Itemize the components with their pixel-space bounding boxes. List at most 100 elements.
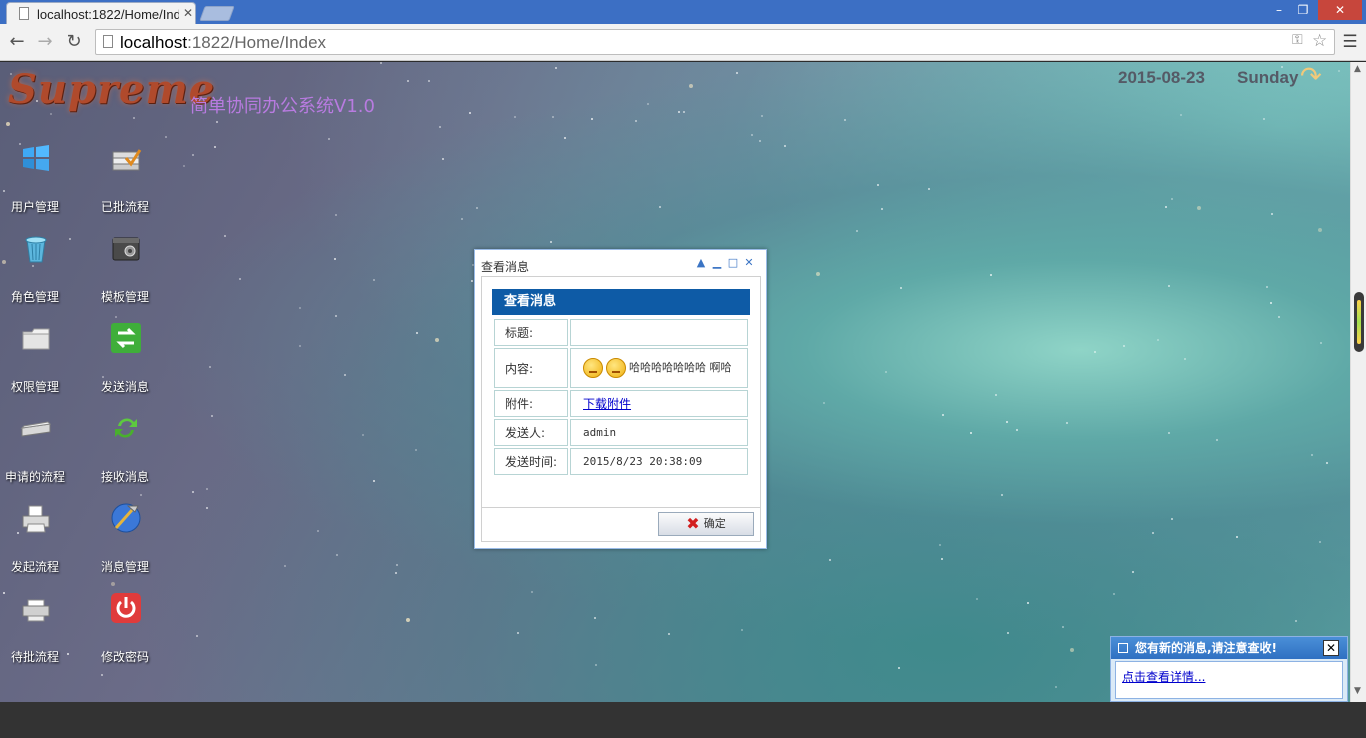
star-dot	[1165, 206, 1167, 208]
desktop-icon-permission-management[interactable]: 权限管理	[0, 322, 70, 394]
key-icon[interactable]: ⚿	[1292, 32, 1303, 48]
star-dot	[885, 371, 887, 373]
download-attachment-link[interactable]: 下载附件	[583, 397, 631, 411]
maximize-icon[interactable]: □	[725, 256, 741, 269]
desktop-icon-label: 发送消息	[100, 380, 149, 394]
windows-icon	[23, 145, 49, 171]
ok-button[interactable]: ✖ 确定	[658, 512, 754, 536]
browser-menu-icon[interactable]: ☰	[1340, 32, 1360, 52]
star-dot	[1001, 494, 1003, 496]
star-dot	[1062, 626, 1064, 628]
minimize-button[interactable]: –	[1268, 0, 1290, 20]
minimize-icon[interactable]: ▁	[709, 256, 725, 269]
dialog-tools: ▲ ▁ □ ✕	[693, 256, 757, 269]
star-dot	[647, 103, 649, 105]
star-dot	[6, 122, 10, 126]
star-dot	[1216, 439, 1218, 441]
field-value-attachment: 下载附件	[570, 390, 748, 417]
tab-title: localhost:1822/Home/Index	[37, 7, 179, 22]
star-dot	[1236, 536, 1238, 538]
star-dot	[471, 280, 473, 282]
desktop-icon-label: 已批流程	[100, 200, 149, 214]
vertical-scrollbar[interactable]: ▲ ▼	[1350, 62, 1366, 702]
field-value-sender: admin	[570, 419, 748, 446]
desktop-icon-template-management[interactable]: 模板管理	[90, 232, 160, 304]
close-icon[interactable]: ✕	[1323, 640, 1339, 656]
star-dot	[469, 112, 471, 114]
address-bar[interactable]: localhost:1822/Home/Index ⚿ ☆	[95, 29, 1335, 55]
desktop-icon-applied-flows[interactable]: 申请的流程	[0, 412, 70, 484]
back-arrow-icon[interactable]: ←	[5, 30, 29, 54]
desktop-icon-label: 角色管理	[10, 290, 59, 304]
reload-icon[interactable]: ↻	[62, 30, 86, 54]
bookmark-star-icon[interactable]: ☆	[1312, 31, 1327, 51]
close-icon[interactable]: ✕	[741, 256, 757, 269]
field-label-content: 内容:	[494, 348, 568, 388]
browser-tab[interactable]: localhost:1822/Home/Index ✕	[6, 2, 196, 24]
star-dot	[380, 62, 382, 64]
printer-icon	[22, 505, 50, 533]
star-dot	[415, 449, 417, 451]
maximize-button[interactable]: ❐	[1292, 0, 1314, 20]
desktop-icon-send-message[interactable]: 发送消息	[90, 322, 160, 394]
desktop-icon-user-management[interactable]: 用户管理	[0, 142, 70, 214]
star-dot	[299, 307, 301, 309]
star-dot	[299, 345, 301, 347]
close-tab-icon[interactable]: ✕	[183, 6, 193, 20]
star-dot	[976, 598, 978, 600]
star-dot	[761, 115, 763, 117]
close-window-button[interactable]: ✕	[1318, 0, 1362, 20]
desktop-icon-receive-message[interactable]: 接收消息	[90, 412, 160, 484]
star-dot	[373, 480, 375, 482]
star-dot	[1326, 462, 1328, 464]
desktop-icon-label: 用户管理	[10, 200, 59, 214]
table-row: 附件: 下载附件	[494, 390, 748, 417]
desktop-icon-message-management[interactable]: 消息管理	[90, 502, 160, 574]
forward-arrow-icon[interactable]: →	[33, 30, 57, 54]
star-dot	[396, 564, 398, 566]
red-x-icon: ✖	[686, 514, 700, 533]
logo: Supreme	[8, 66, 216, 113]
star-dot	[550, 241, 552, 243]
notification-title: 您有新的消息,请注意查收!	[1135, 641, 1278, 655]
star-dot	[1168, 432, 1170, 434]
new-tab-button[interactable]	[199, 6, 235, 21]
desktop-icon-role-management[interactable]: 角色管理	[0, 232, 70, 304]
star-dot	[214, 146, 216, 148]
star-dot	[216, 121, 218, 123]
desktop-icon-change-password[interactable]: 修改密码	[90, 592, 160, 664]
scroll-up-icon[interactable]: ▲	[1354, 64, 1361, 74]
notification-body: 点击查看详情...	[1115, 661, 1343, 699]
star-dot	[942, 414, 944, 416]
star-dot	[823, 402, 825, 404]
tools-globe-icon	[111, 503, 141, 533]
desktop-icon-label: 权限管理	[10, 380, 59, 394]
desktop-icon-pending-flows[interactable]: 待批流程	[0, 592, 70, 664]
star-dot	[517, 632, 519, 634]
star-dot	[552, 116, 554, 118]
star-dot	[1184, 358, 1186, 360]
star-dot	[406, 618, 410, 622]
view-details-link[interactable]: 点击查看详情...	[1122, 668, 1205, 685]
desktop-icon-start-flow[interactable]: 发起流程	[0, 502, 70, 574]
star-dot	[1016, 429, 1018, 431]
collapse-icon[interactable]: ▲	[693, 256, 709, 269]
url-text[interactable]: localhost:1822/Home/Index	[120, 33, 326, 53]
emoji-icon	[606, 358, 626, 378]
star-dot	[1311, 454, 1313, 456]
star-dot	[196, 635, 198, 637]
table-row: 标题:	[494, 319, 748, 346]
star-dot	[50, 113, 52, 115]
star-dot	[970, 432, 972, 434]
star-dot	[689, 84, 693, 88]
field-value-send-time: 2015/8/23 20:38:09	[570, 448, 748, 475]
star-dot	[1027, 602, 1029, 604]
star-dot	[1338, 70, 1340, 72]
scroll-down-icon[interactable]: ▼	[1354, 686, 1361, 696]
scroll-thumb[interactable]	[1354, 292, 1364, 352]
browser-titlebar: localhost:1822/Home/Index ✕ – ❐ ✕	[0, 0, 1366, 24]
exit-arrow-icon[interactable]: ↷	[1300, 62, 1322, 92]
star-dot	[362, 434, 364, 436]
star-dot	[1157, 339, 1159, 341]
desktop-icon-approved-flows[interactable]: 已批流程	[90, 142, 160, 214]
